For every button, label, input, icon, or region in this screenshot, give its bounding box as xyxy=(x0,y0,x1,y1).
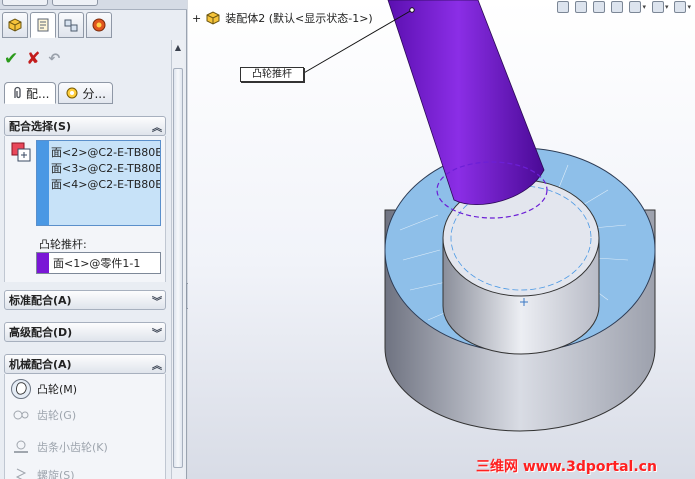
tab-mates[interactable]: 配... xyxy=(4,82,57,104)
cam-follower-value[interactable]: 面<1>@零件1-1 xyxy=(53,255,140,271)
mechanical-mates-body: 凸轮(M) 齿轮(G) 齿条小齿轮(K) 螺旋(S) xyxy=(4,374,166,479)
ok-button[interactable]: ✔ xyxy=(4,49,18,69)
analysis-icon xyxy=(66,87,78,99)
tab-feature-tree[interactable] xyxy=(2,12,28,38)
panel-scrollbar[interactable]: ▲ xyxy=(171,40,184,479)
rack-pinion-icon xyxy=(14,440,28,453)
gear-mate-option[interactable]: 齿轮(G) xyxy=(11,403,76,427)
zoom-to-fit-icon[interactable] xyxy=(557,1,570,13)
action-row: ✔ ✘ ↶ xyxy=(4,48,60,70)
tab-display-manager[interactable] xyxy=(86,12,112,38)
cancel-button[interactable]: ✘ xyxy=(26,49,40,69)
view-orientation-icon[interactable] xyxy=(629,1,642,13)
site-watermark: 三维网 www.3dportal.cn xyxy=(476,459,657,475)
mechanical-mates-header[interactable]: 机械配合(A) ︽ xyxy=(4,354,166,374)
tab-analysis[interactable]: 分... xyxy=(58,82,113,104)
configuration-icon xyxy=(64,19,78,32)
scroll-up-icon[interactable]: ▲ xyxy=(173,42,183,54)
graphics-area[interactable]: + 装配体2 (默认<显示状态-1>) ▾ ▾ ▾ 凸轮推杆 三维网 www.3… xyxy=(188,0,695,479)
mate-selections-header[interactable]: 配合选择(S) ︽ xyxy=(4,116,166,136)
callout-anchor xyxy=(409,7,415,13)
standard-mates-title: 标准配合(A) xyxy=(9,294,72,307)
screw-icon xyxy=(15,468,27,479)
undo-button[interactable]: ↶ xyxy=(49,51,61,67)
panel-top-strip xyxy=(0,0,187,10)
tree-root-label: 装配体2 (默认<显示状态-1>) xyxy=(225,12,373,25)
rack-pinion-mate-option[interactable]: 齿条小齿轮(K) xyxy=(11,435,108,459)
expand-down-icon[interactable]: ︾ xyxy=(149,325,165,340)
property-manager-panel: ✔ ✘ ↶ 配... 分... 配合选择(S) ︽ 面<2>@C2-E-TB80… xyxy=(0,0,187,479)
advanced-mates-header[interactable]: 高级配合(D) ︾ xyxy=(4,322,166,342)
tree-expand-toggle[interactable]: + xyxy=(192,12,201,25)
flyout-tree-root[interactable]: + 装配体2 (默认<显示状态-1>) xyxy=(192,10,373,26)
section-view-icon[interactable] xyxy=(611,1,624,13)
cam-mate-option[interactable]: 凸轮(M) xyxy=(11,377,77,401)
cam-icon xyxy=(11,379,31,399)
feature-manager-tabs xyxy=(2,12,185,40)
display-manager-icon xyxy=(92,18,106,32)
list-item[interactable]: 面<3>@C2-E-TB80B xyxy=(51,161,160,177)
dropdown-arrow-icon[interactable]: ▾ xyxy=(665,3,669,11)
selection-color-strip xyxy=(37,141,49,225)
rack-pinion-mate-label: 齿条小齿轮(K) xyxy=(37,441,108,454)
previous-view-icon[interactable] xyxy=(593,1,606,13)
collapse-up-icon[interactable]: ︽ xyxy=(149,119,165,134)
hide-show-items-icon[interactable] xyxy=(674,1,687,13)
mate-selections-title: 配合选择(S) xyxy=(9,120,71,133)
paperclip-icon xyxy=(14,86,21,99)
cam-follower-label: 凸轮推杆: xyxy=(39,238,87,251)
expand-down-icon[interactable]: ︾ xyxy=(149,293,165,308)
cam-follower-rod[interactable] xyxy=(387,0,545,205)
zoom-area-icon[interactable] xyxy=(575,1,588,13)
cam-follower-field[interactable]: 面<1>@零件1-1 xyxy=(36,252,161,274)
standard-mates-header[interactable]: 标准配合(A) ︾ xyxy=(4,290,166,310)
cam-mate-label: 凸轮(M) xyxy=(37,383,78,396)
property-manager-icon xyxy=(37,18,49,32)
assembly-icon xyxy=(8,18,22,32)
tab-configuration-manager[interactable] xyxy=(58,12,84,38)
scrollbar-thumb[interactable] xyxy=(173,68,183,468)
screw-mate-label: 螺旋(S) xyxy=(37,469,75,479)
dropdown-arrow-icon[interactable]: ▾ xyxy=(642,3,646,11)
list-item[interactable]: 面<2>@C2-E-TB80B xyxy=(51,145,160,161)
tab-property-manager[interactable] xyxy=(30,12,56,38)
display-style-icon[interactable] xyxy=(651,1,664,13)
gear-mate-label: 齿轮(G) xyxy=(37,409,77,422)
tab-analysis-label: 分... xyxy=(82,86,106,101)
mechanical-mates-title: 机械配合(A) xyxy=(9,358,72,371)
top-tab-stub[interactable] xyxy=(2,0,48,6)
gear-icon xyxy=(13,410,29,420)
mate-selections-body: 面<2>@C2-E-TB80B 面<3>@C2-E-TB80B 面<4>@C2-… xyxy=(4,136,166,282)
assembly-icon xyxy=(206,11,220,25)
mate-entities-icon xyxy=(11,142,31,162)
collapse-up-icon[interactable]: ︽ xyxy=(149,357,165,372)
follower-color-strip xyxy=(37,253,49,273)
mate-entities-list[interactable]: 面<2>@C2-E-TB80B 面<3>@C2-E-TB80B 面<4>@C2-… xyxy=(36,140,161,226)
top-tab-stub[interactable] xyxy=(52,0,98,6)
dropdown-arrow-icon[interactable]: ▾ xyxy=(687,3,691,11)
mate-sub-tabs: 配... 分... xyxy=(4,82,113,104)
screw-mate-option[interactable]: 螺旋(S) xyxy=(11,463,75,479)
heads-up-view-toolbar: ▾ ▾ ▾ xyxy=(557,0,691,14)
cam-follower-callout[interactable]: 凸轮推杆 xyxy=(240,67,304,82)
advanced-mates-title: 高级配合(D) xyxy=(9,326,73,339)
tab-mates-label: 配... xyxy=(26,86,50,101)
list-item[interactable]: 面<4>@C2-E-TB80B xyxy=(51,177,160,193)
